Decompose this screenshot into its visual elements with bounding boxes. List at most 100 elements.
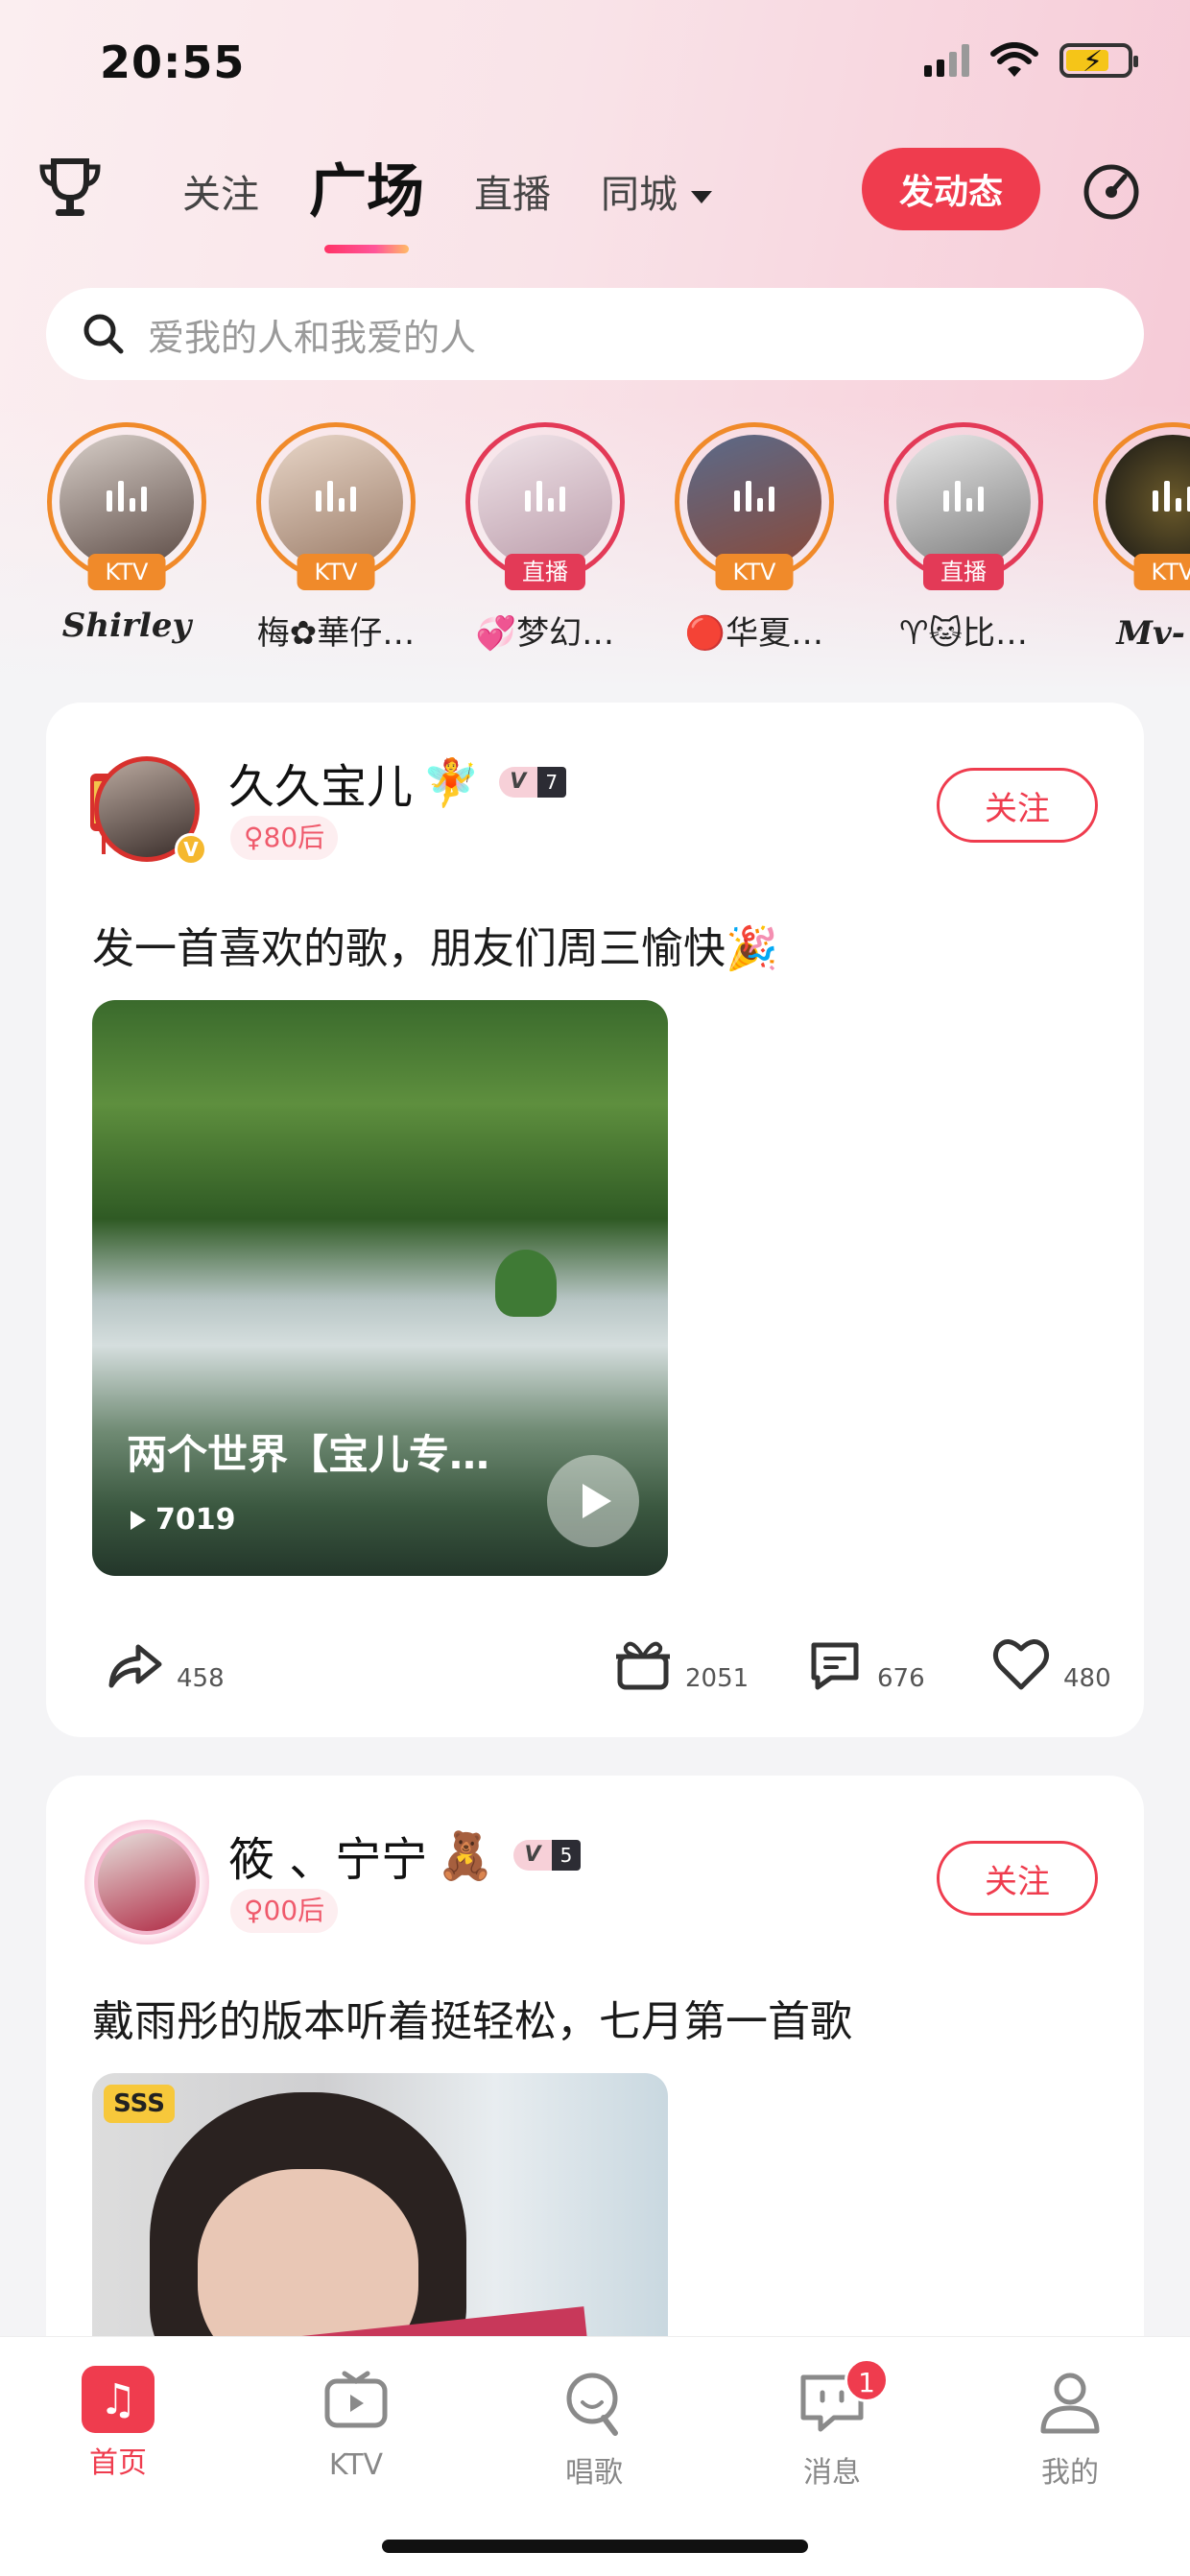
story-ring: KTV bbox=[256, 422, 416, 590]
story-ring: 直播 bbox=[884, 422, 1043, 590]
audio-bars-icon bbox=[525, 481, 565, 513]
tab-square[interactable]: 广场 bbox=[309, 145, 424, 253]
story-ring: 直播 bbox=[465, 422, 625, 590]
nav-sing[interactable]: 唱歌 bbox=[522, 2366, 666, 2491]
author-avatar[interactable]: V bbox=[84, 747, 209, 871]
author-name: 久久宝儿 bbox=[228, 760, 414, 814]
search-bar[interactable]: 爱我的人和我爱的人 bbox=[46, 288, 1144, 380]
story-item[interactable]: 直播 ♈🐱比… bbox=[868, 422, 1059, 654]
audio-bars-icon bbox=[316, 481, 356, 513]
post-text: 发一首喜欢的歌，朋友们周三愉快🎉 bbox=[92, 924, 778, 973]
avatar bbox=[1106, 435, 1190, 569]
avatar bbox=[687, 435, 821, 569]
tab-live[interactable]: 直播 bbox=[474, 163, 551, 228]
audio-bars-icon bbox=[734, 481, 774, 513]
nav-profile[interactable]: 我的 bbox=[998, 2366, 1142, 2491]
story-badge: KTV bbox=[1133, 554, 1190, 590]
tab-local[interactable]: 同城 bbox=[601, 163, 712, 228]
trophy-icon[interactable] bbox=[36, 155, 104, 223]
like-count: 480 bbox=[1063, 1664, 1111, 1693]
share-count: 458 bbox=[177, 1664, 225, 1693]
heart-icon bbox=[992, 1639, 1050, 1690]
story-name: Mv- 村 bbox=[1116, 614, 1190, 653]
nav-messages[interactable]: 1 消息 bbox=[760, 2358, 904, 2491]
comment-button[interactable]: 676 bbox=[804, 1634, 925, 1695]
author-name-row: 久久宝儿 🧚 V7 bbox=[228, 749, 566, 816]
radar-icon[interactable] bbox=[1083, 163, 1140, 221]
follow-button[interactable]: 关注 bbox=[937, 768, 1098, 843]
story-ring: KTV bbox=[675, 422, 834, 590]
avatar bbox=[269, 435, 403, 569]
author-name: 筱 、宁宁 bbox=[228, 1833, 428, 1887]
author-avatar[interactable] bbox=[84, 1820, 209, 1944]
user-icon bbox=[1040, 2373, 1100, 2434]
tab-following[interactable]: 关注 bbox=[182, 163, 259, 228]
play-icon bbox=[583, 1484, 611, 1518]
nav-profile-label: 我的 bbox=[1041, 2456, 1099, 2490]
caret-down-icon bbox=[691, 190, 712, 203]
story-item[interactable]: 直播 💞梦幻… bbox=[449, 422, 641, 654]
story-name: 梅✿華仔… bbox=[256, 614, 416, 653]
follow-button[interactable]: 关注 bbox=[937, 1841, 1098, 1916]
like-button[interactable]: 480 bbox=[990, 1634, 1111, 1695]
audio-bars-icon bbox=[1153, 481, 1190, 513]
story-badge: 直播 bbox=[923, 554, 1004, 590]
avatar bbox=[60, 435, 194, 569]
avatar bbox=[896, 435, 1031, 569]
video-title: 两个世界【宝儿专… bbox=[127, 1431, 490, 1478]
post-actions: 458 2051 676 480 bbox=[46, 1634, 1144, 1710]
story-item[interactable]: KTV 梅✿華仔… bbox=[240, 422, 432, 654]
sss-tag: SSS bbox=[104, 2085, 175, 2123]
story-item[interactable]: KTV Shirley bbox=[31, 422, 223, 645]
comment-icon bbox=[811, 1642, 859, 1690]
gift-button[interactable]: 2051 bbox=[612, 1634, 749, 1695]
vip-badge-icon: V bbox=[513, 1840, 553, 1871]
nav-ktv-label: KTV bbox=[328, 2448, 384, 2482]
nav-ktv[interactable]: KTV bbox=[284, 2366, 428, 2482]
vip-level: 5 bbox=[552, 1840, 582, 1871]
story-name: 🔴华夏… bbox=[684, 614, 824, 653]
status-time: 20:55 bbox=[100, 36, 246, 88]
nav-messages-label: 消息 bbox=[803, 2456, 861, 2490]
story-name: ♈🐱比… bbox=[899, 614, 1028, 653]
tv-play-icon bbox=[324, 2371, 388, 2428]
story-badge: 直播 bbox=[505, 554, 585, 590]
nav-home-label: 首页 bbox=[89, 2446, 147, 2480]
vip-badge-icon: V bbox=[498, 767, 537, 798]
share-button[interactable]: 458 bbox=[104, 1634, 225, 1695]
post-card: 筱 、宁宁 🧸 V5 ♀00后 关注 戴雨彤的版本听着挺轻松，七月第一首歌 SS… bbox=[46, 1776, 1144, 2390]
audio-bars-icon bbox=[943, 481, 984, 513]
vip-badge: V5 bbox=[513, 1840, 582, 1871]
search-icon bbox=[83, 314, 124, 354]
microphone-icon bbox=[566, 2373, 618, 2436]
story-item[interactable]: KTV Mv- 村 bbox=[1077, 422, 1190, 654]
post-button[interactable]: 发动态 bbox=[862, 148, 1040, 230]
story-badge: KTV bbox=[87, 554, 166, 590]
header-tabs: 关注 广场 直播 同城 bbox=[182, 152, 762, 253]
age-tag: ♀80后 bbox=[230, 816, 339, 860]
play-button[interactable] bbox=[547, 1455, 639, 1547]
battery-icon: ⚡ bbox=[1059, 43, 1138, 79]
wifi-icon bbox=[990, 42, 1038, 77]
tree-shape bbox=[495, 1250, 557, 1317]
gift-count: 2051 bbox=[685, 1664, 750, 1693]
home-indicator bbox=[382, 2540, 808, 2553]
vip-badge: V7 bbox=[498, 767, 566, 798]
status-icons: ⚡ bbox=[924, 42, 1138, 79]
post-text: 戴雨彤的版本听着挺轻松，七月第一首歌 bbox=[92, 1997, 852, 2046]
author-name-row: 筱 、宁宁 🧸 V5 bbox=[228, 1822, 582, 1889]
story-name: 💞梦幻… bbox=[475, 614, 615, 653]
video-thumbnail[interactable]: 两个世界【宝儿专… 7019 bbox=[92, 1000, 668, 1576]
story-ring: KTV bbox=[1093, 422, 1190, 590]
verified-icon: V bbox=[175, 833, 207, 866]
comment-count: 676 bbox=[877, 1664, 925, 1693]
search-placeholder: 爱我的人和我爱的人 bbox=[148, 316, 477, 359]
gift-icon bbox=[616, 1641, 670, 1690]
fairy-emoji: 🧚 bbox=[422, 755, 480, 810]
nav-sing-label: 唱歌 bbox=[565, 2456, 623, 2490]
nav-home[interactable]: ♫ 首页 bbox=[46, 2366, 190, 2481]
story-item[interactable]: KTV 🔴华夏… bbox=[658, 422, 850, 654]
vip-level: 7 bbox=[536, 767, 566, 798]
play-small-icon bbox=[131, 1510, 146, 1530]
bear-emoji: 🧸 bbox=[437, 1828, 495, 1883]
